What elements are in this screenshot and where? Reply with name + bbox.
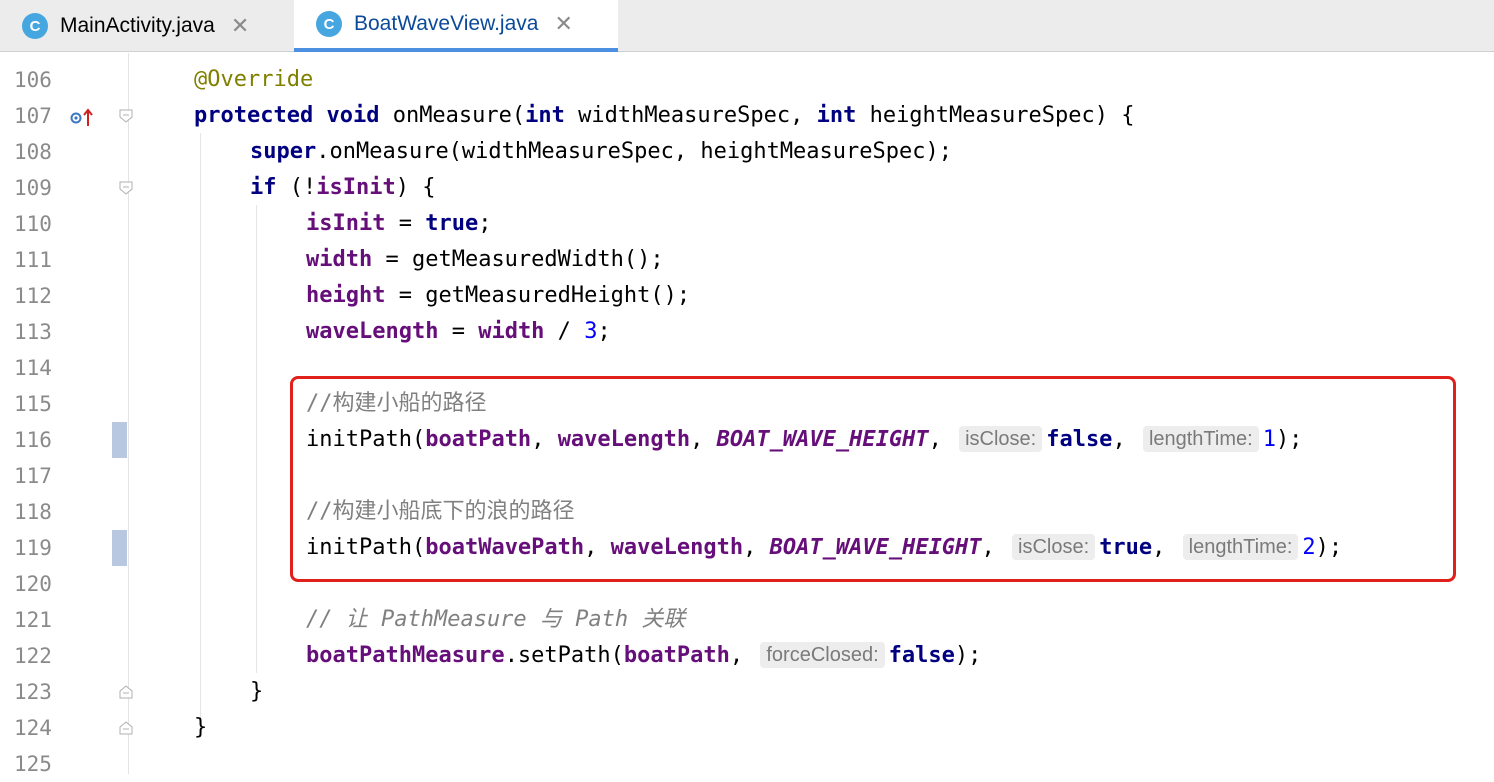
code-token: .onMeasure(widthMeasureSpec, heightMeasu… [316, 139, 952, 164]
override-up-arrow-icon[interactable] [70, 108, 96, 128]
code-token: boatPathMeasure [306, 643, 505, 668]
code-token: true [425, 211, 479, 236]
code-token: super [250, 139, 317, 164]
code-token: protected [194, 103, 314, 128]
code-token: width [306, 247, 373, 272]
code-token: ) { [395, 175, 436, 200]
code-token: int [816, 103, 857, 128]
line-number: 117 [14, 464, 52, 488]
line-number: 121 [14, 608, 52, 632]
code-line: 106 @Override [0, 62, 1494, 98]
code-token: width [478, 319, 545, 344]
line-number: 119 [14, 536, 52, 560]
code-token: isInit [316, 175, 396, 200]
fold-marker-icon[interactable] [119, 181, 133, 195]
class-c-icon: C [316, 11, 342, 37]
closing-brace: } [250, 679, 264, 704]
code-token: , [729, 643, 757, 668]
tab-label: MainActivity.java [60, 14, 215, 37]
close-icon[interactable]: ✕ [554, 11, 572, 37]
code-line: 121 // 让 PathMeasure 与 Path 关联 [0, 602, 1494, 638]
fold-marker-icon[interactable] [119, 685, 133, 699]
code-line: 107 protected void onMeasure(int widthMe… [0, 98, 1494, 134]
close-icon[interactable]: ✕ [231, 13, 249, 39]
code-line: 108 super.onMeasure(widthMeasureSpec, he… [0, 134, 1494, 170]
line-number: 110 [14, 212, 52, 236]
code-token: = [385, 211, 426, 236]
annotation: @Override [194, 67, 314, 92]
line-number: 123 [14, 680, 52, 704]
line-number: 111 [14, 248, 52, 272]
code-line: 124 } [0, 710, 1494, 746]
code-token: / [544, 319, 585, 344]
code-token: ); [954, 643, 982, 668]
parameter-hint: forceClosed: [760, 642, 885, 668]
highlight-box [290, 376, 1456, 582]
code-token: height [306, 283, 386, 308]
tab-mainactivity[interactable]: C MainActivity.java ✕ [0, 0, 294, 52]
code-token: int [525, 103, 565, 128]
code-token: = getMeasuredWidth(); [372, 247, 664, 272]
code-token: false [888, 643, 955, 668]
line-number: 107 [14, 104, 52, 128]
line-number: 109 [14, 176, 52, 200]
line-number: 124 [14, 716, 52, 740]
closing-brace: } [194, 715, 208, 740]
line-number: 115 [14, 392, 52, 416]
line-number: 106 [14, 68, 52, 92]
code-token: isInit [306, 211, 386, 236]
line-number: 108 [14, 140, 52, 164]
code-line: 125 [0, 746, 1494, 782]
editor-tab-bar: C MainActivity.java ✕ C BoatWaveView.jav… [0, 0, 1494, 52]
line-number: 113 [14, 320, 52, 344]
code-token: = [438, 319, 479, 344]
code-token: (! [276, 175, 317, 200]
tab-label: BoatWaveView.java [354, 12, 539, 35]
code-token: widthMeasureSpec, [564, 103, 817, 128]
code-line: 112 height = getMeasuredHeight(); [0, 278, 1494, 314]
code-token: heightMeasureSpec) { [856, 103, 1135, 128]
line-number: 116 [14, 428, 52, 452]
code-line: 122 boatPathMeasure.setPath(boatPath, fo… [0, 638, 1494, 674]
line-number: 120 [14, 572, 52, 596]
code-token: = getMeasuredHeight(); [385, 283, 691, 308]
line-number: 114 [14, 356, 52, 380]
code-token: boatPath [623, 643, 730, 668]
code-line: 113 waveLength = width / 3; [0, 314, 1494, 350]
code-line: 109 if (!isInit) { [0, 170, 1494, 206]
code-line: 123 } [0, 674, 1494, 710]
line-number: 125 [14, 752, 52, 776]
code-token: if [250, 175, 277, 200]
fold-marker-icon[interactable] [119, 721, 133, 735]
code-token: onMeasure( [379, 103, 526, 128]
line-number: 112 [14, 284, 52, 308]
code-token: .setPath( [504, 643, 624, 668]
line-number: 122 [14, 644, 52, 668]
tab-boatwaveview[interactable]: C BoatWaveView.java ✕ [294, 0, 618, 52]
code-token: waveLength [306, 319, 439, 344]
code-token: ; [597, 319, 611, 344]
line-number: 118 [14, 500, 52, 524]
code-token: ; [478, 211, 492, 236]
code-line: 110 isInit = true; [0, 206, 1494, 242]
fold-marker-icon[interactable] [119, 109, 133, 123]
class-c-icon: C [22, 13, 48, 39]
code-line: 111 width = getMeasuredWidth(); [0, 242, 1494, 278]
code-comment: // 让 PathMeasure 与 Path 关联 [306, 607, 686, 632]
code-token: 3 [584, 319, 598, 344]
code-token: void [326, 103, 380, 128]
